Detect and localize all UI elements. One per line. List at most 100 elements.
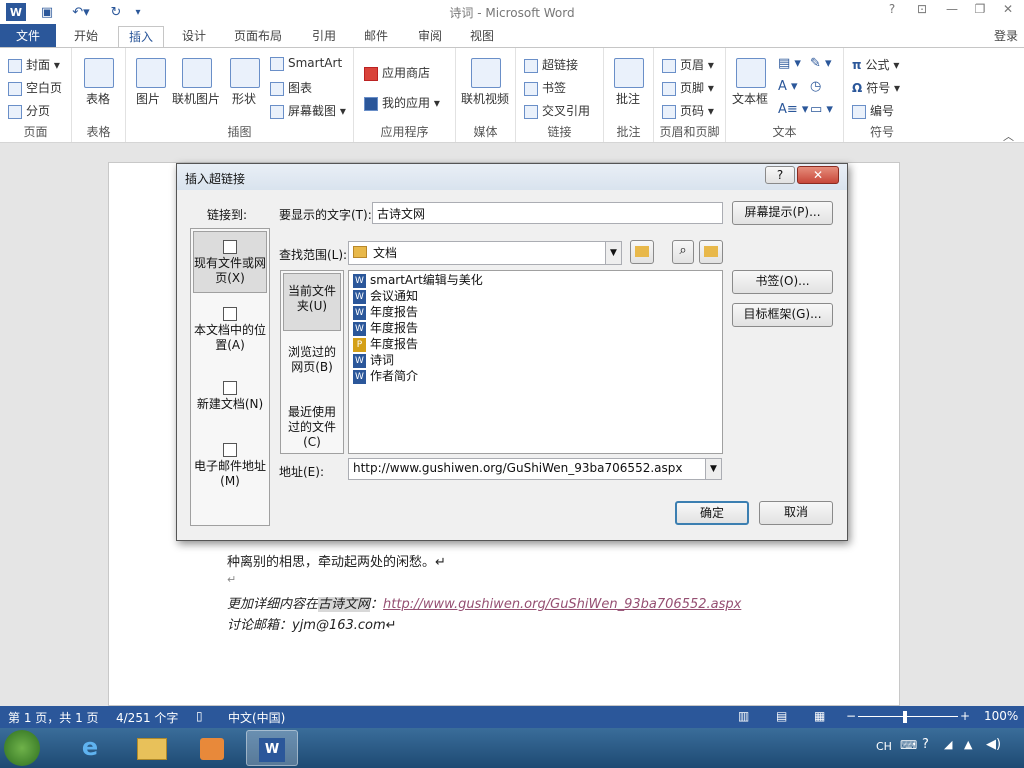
header-button[interactable]: 页眉 ▾ [662,56,714,73]
page-number-button[interactable]: 页码 ▾ [662,102,714,119]
object-icon[interactable]: ▭ ▾ [810,102,833,117]
subnav-current-folder[interactable]: 当前文件夹(U) [283,273,341,331]
list-item[interactable]: W 作者简介 [353,368,418,384]
volume-icon[interactable]: ◀) [986,737,1001,752]
tab-view[interactable]: 视图 [460,26,504,48]
cover-page-button[interactable]: 封面 ▾ [8,56,60,73]
ime-indicator[interactable]: CH [876,740,892,753]
tab-layout[interactable]: 页面布局 [224,26,292,48]
show-hidden-icons[interactable]: ▲ [964,738,972,751]
nav-existing-file[interactable]: 现有文件或网页(X) [193,231,267,293]
dialog-close-button[interactable]: ✕ [797,166,839,184]
help-icon[interactable]: ? [880,2,904,20]
tab-file[interactable]: 文件 [0,24,56,48]
explorer-icon[interactable] [126,730,178,766]
wordart-icon[interactable]: A ▾ [778,79,798,94]
address-field[interactable]: http://www.gushiwen.org/GuShiWen_93ba706… [348,458,722,480]
list-item[interactable]: W 年度报告 [353,304,418,320]
read-mode-icon[interactable]: ▥ [738,709,749,723]
footer-button[interactable]: 页脚 ▾ [662,79,714,96]
nav-email[interactable]: 电子邮件地址(M) [193,443,267,493]
list-item[interactable]: P 年度报告 [353,336,418,352]
close-window-icon[interactable]: ✕ [996,2,1020,20]
tab-home[interactable]: 开始 [64,26,108,48]
tab-insert[interactable]: 插入 [118,26,165,48]
table-button[interactable]: 表格 [86,90,110,107]
number-button[interactable]: 编号 [852,102,894,119]
zoom-in-icon[interactable]: + [960,709,970,723]
proofing-icon[interactable]: ▯ [196,709,203,723]
dialog-help-button[interactable]: ? [765,166,795,184]
online-picture-button[interactable]: 联机图片 [172,90,220,107]
word-taskbar-button[interactable]: W [246,730,298,766]
cancel-button[interactable]: 取消 [759,501,833,525]
zoom-slider-track[interactable] [858,716,958,717]
bookmark-dialog-button[interactable]: 书签(O)... [732,270,833,294]
start-button[interactable] [4,730,40,766]
bookmark-button[interactable]: 书签 [524,79,566,96]
subnav-recent-files[interactable]: 最近使用过的文件(C) [283,405,341,449]
tray-icon[interactable]: ◢ [944,738,952,751]
tab-references[interactable]: 引用 [302,26,346,48]
comment-button[interactable]: 批注 [616,90,640,107]
help-tray-icon[interactable]: ? [922,737,929,752]
screenshot-button[interactable]: 屏幕截图 ▾ [270,102,346,119]
hyperlink-button[interactable]: 超链接 [524,56,578,73]
print-layout-icon[interactable]: ▤ [776,709,787,723]
nav-new-doc[interactable]: 新建文档(N) [193,381,267,421]
screentip-button[interactable]: 屏幕提示(P)... [732,201,833,225]
lookin-select[interactable]: 文档 ▼ [348,241,622,265]
browse-file-button[interactable] [699,240,723,264]
restore-icon[interactable]: ❐ [968,2,992,20]
symbol-button[interactable]: Ω 符号 ▾ [852,79,900,96]
keyboard-icon[interactable]: ⌨ [900,738,917,752]
equation-button[interactable]: π 公式 ▾ [852,56,899,73]
quick-parts-icon[interactable]: ▤ ▾ [778,56,801,71]
web-layout-icon[interactable]: ▦ [814,709,825,723]
ribbon-display-icon[interactable]: ⊡ [910,2,934,20]
date-time-icon[interactable]: ◷ [810,79,821,94]
up-folder-button[interactable] [630,240,654,264]
chevron-down-icon[interactable]: ▼ [705,459,721,479]
list-item[interactable]: WsmartArt编辑与美化 [353,272,483,288]
language[interactable]: 中文(中国) [228,709,285,726]
login-link[interactable]: 登录 [994,27,1018,44]
blank-page-button[interactable]: 空白页 [8,79,62,96]
page-break-button[interactable]: 分页 [8,102,50,119]
dropcap-icon[interactable]: A≡ ▾ [778,102,808,117]
file-list[interactable]: WsmartArt编辑与美化 W 会议通知 W 年度报告 W 年度报告 P 年度报告 W… [348,270,723,454]
zoom-level[interactable]: 100% [984,709,1018,723]
minimize-icon[interactable]: — [940,2,964,20]
chart-button[interactable]: 图表 [270,79,312,96]
my-apps-button[interactable]: 我的应用 ▾ [364,94,440,111]
tab-mailings[interactable]: 邮件 [354,26,398,48]
subnav-browsed-pages[interactable]: 浏览过的网页(B) [283,345,341,381]
ok-button[interactable]: 确定 [675,501,749,525]
smartart-button[interactable]: SmartArt [270,56,342,71]
online-video-button[interactable]: 联机视频 [461,90,509,107]
word-count[interactable]: 4/251 个字 [116,709,178,726]
collapse-ribbon-icon[interactable]: ︿ [1003,128,1014,144]
list-item[interactable]: W 诗词 [353,352,394,368]
zoom-out-icon[interactable]: − [846,709,856,723]
media-player-icon[interactable] [186,730,238,766]
tab-design[interactable]: 设计 [172,26,216,48]
zoom-slider-thumb[interactable] [903,711,907,723]
page-count[interactable]: 第 1 页，共 1 页 [8,709,99,726]
doc-hyperlink[interactable]: http://www.gushiwen.org/GuShiWen_93ba706… [383,597,741,612]
browse-web-button[interactable]: ⌕ [672,240,694,264]
shapes-button[interactable]: 形状 [232,90,256,107]
ie-icon[interactable]: e [64,730,116,766]
list-item[interactable]: W 年度报告 [353,320,418,336]
store-button[interactable]: 应用商店 [364,64,430,81]
display-text-field[interactable]: 古诗文网 [372,202,723,224]
picture-button[interactable]: 图片 [136,90,160,107]
highlighted-text[interactable]: 古诗文网 [318,597,371,612]
target-frame-button[interactable]: 目标框架(G)... [732,303,833,327]
tab-review[interactable]: 审阅 [408,26,452,48]
list-item[interactable]: W 会议通知 [353,288,418,304]
nav-place-in-doc[interactable]: 本文档中的位置(A) [193,307,267,359]
textbox-button[interactable]: 文本框 [732,90,768,107]
chevron-down-icon[interactable]: ▼ [605,242,621,264]
cross-reference-button[interactable]: 交叉引用 [524,102,590,119]
